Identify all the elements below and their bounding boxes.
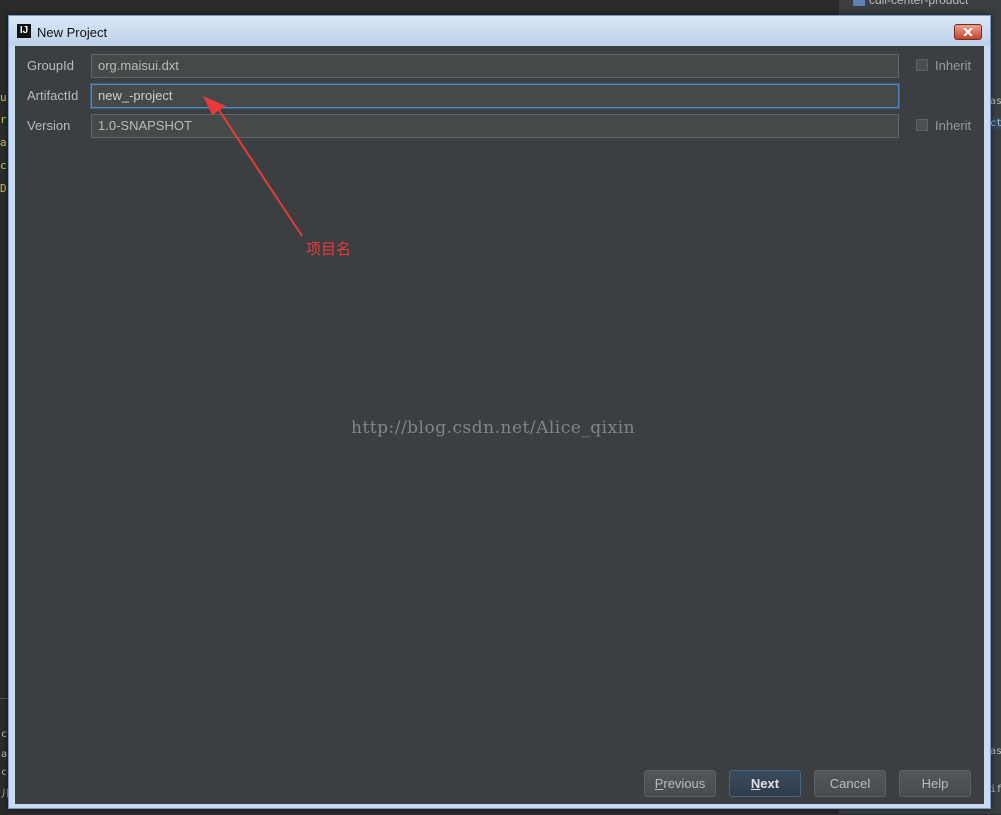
help-button[interactable]: Help — [899, 770, 971, 797]
background-editor: u r a c D — [0, 0, 8, 814]
project-tree-label: cdli-center-product — [869, 0, 969, 7]
annotation-label: 项目名 — [306, 241, 352, 258]
watermark: http://blog.csdn.net/Alice_qixin — [351, 418, 636, 438]
next-label: ext — [760, 776, 780, 791]
previous-button[interactable]: Previous — [644, 770, 716, 797]
module-icon — [853, 0, 865, 6]
editor-glyph: u — [0, 91, 7, 104]
previous-label: revious — [663, 776, 706, 791]
dialog-content: GroupId org.maisui.dxt Inherit ArtifactI… — [15, 46, 984, 804]
editor-glyph: r — [0, 113, 7, 126]
edge-glyph: as — [990, 96, 1001, 107]
console-glyph: c — [1, 767, 8, 778]
next-button[interactable]: Next — [729, 770, 801, 797]
project-tree-item[interactable]: cdli-center-product — [853, 0, 968, 7]
close-icon — [963, 28, 973, 36]
intellij-app-icon: IJ — [17, 24, 31, 38]
console-glyph: c — [1, 729, 8, 740]
dialog-titlebar[interactable]: IJ New Project — [9, 16, 990, 46]
edge-glyph: ct — [990, 118, 1001, 129]
editor-glyph: c — [0, 159, 7, 172]
edge-glyph: if — [990, 784, 1001, 795]
editor-glyph: D — [0, 182, 7, 195]
cancel-button[interactable]: Cancel — [814, 770, 886, 797]
dialog-title: New Project — [37, 25, 108, 40]
new-project-dialog: IJ New Project GroupId org.maisui.dxt In… — [8, 15, 991, 809]
editor-glyph: a — [0, 136, 7, 149]
console-glyph: a — [1, 749, 8, 760]
close-button[interactable] — [954, 24, 982, 40]
edge-glyph: as — [990, 746, 1001, 757]
next-mnemonic: N — [750, 776, 761, 791]
